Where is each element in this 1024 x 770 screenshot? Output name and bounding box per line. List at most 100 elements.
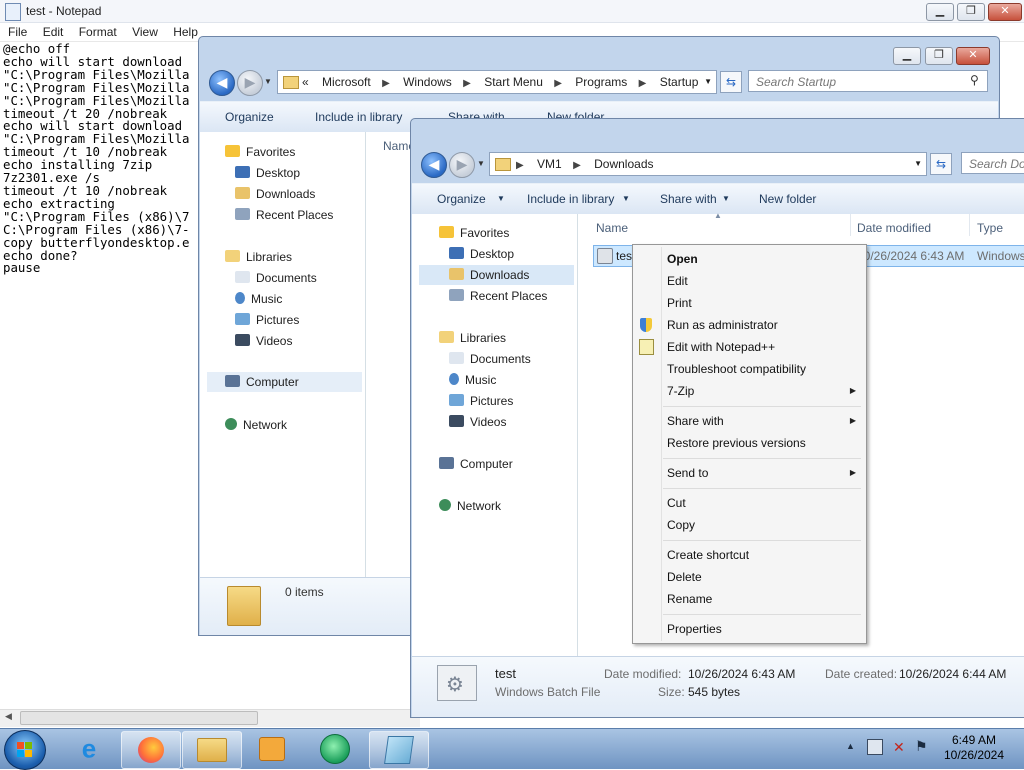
start-button[interactable] xyxy=(4,730,46,770)
back-button[interactable]: ◀ xyxy=(209,70,235,96)
scroll-left-icon[interactable]: ◀ xyxy=(5,711,12,722)
nav-computer[interactable]: Computer xyxy=(439,457,513,471)
nav-desktop[interactable]: Desktop xyxy=(449,247,514,261)
menu-file[interactable]: File xyxy=(8,23,27,41)
minimize-button[interactable]: ▁ xyxy=(893,47,921,65)
menu-item-edit-with-notepad-plus-plus[interactable]: Edit with Notepad++ xyxy=(667,340,775,354)
close-button[interactable]: ✕ xyxy=(956,47,990,65)
chevron-down-icon[interactable]: ▼ xyxy=(722,194,730,203)
refresh-icon[interactable]: ⇆ xyxy=(930,153,952,175)
nav-favorites[interactable]: Favorites xyxy=(439,226,509,240)
menu-item-delete[interactable]: Delete xyxy=(667,570,702,584)
search-input[interactable]: Search Do xyxy=(961,152,1024,174)
taskbar-firefox[interactable] xyxy=(121,731,181,769)
chevron-right-icon[interactable]: ▶ xyxy=(516,155,524,177)
minimize-button[interactable]: ▁ xyxy=(926,3,954,21)
nav-libraries[interactable]: Libraries xyxy=(225,250,292,264)
menu-item-share-with[interactable]: Share with xyxy=(667,414,724,428)
address-bar[interactable]: ▶ VM1 ▶ Downloads ▼ xyxy=(489,152,927,176)
menu-item-run-as-administrator[interactable]: Run as administrator xyxy=(667,318,778,332)
nav-music[interactable]: Music xyxy=(235,292,282,306)
include-in-library-button[interactable]: Include in library xyxy=(315,110,402,124)
column-divider[interactable] xyxy=(969,214,970,236)
action-center-icon[interactable] xyxy=(867,739,883,755)
nav-desktop[interactable]: Desktop xyxy=(235,166,300,180)
maximize-button[interactable]: ❐ xyxy=(925,47,953,65)
recent-pages-icon[interactable]: ▼ xyxy=(264,77,272,86)
nav-libraries[interactable]: Libraries xyxy=(439,331,506,345)
chevron-right-icon[interactable]: ▶ xyxy=(573,155,581,177)
menu-item-edit[interactable]: Edit xyxy=(667,274,688,288)
network-disconnected-icon[interactable]: ✕ xyxy=(893,739,905,756)
nav-pictures[interactable]: Pictures xyxy=(235,313,299,327)
menu-item-print[interactable]: Print xyxy=(667,296,692,310)
new-folder-button[interactable]: New folder xyxy=(759,192,816,206)
column-header-name[interactable]: Name xyxy=(596,221,628,235)
column-header-date-modified[interactable]: Date modified xyxy=(857,221,931,235)
menu-item-send-to[interactable]: Send to xyxy=(667,466,708,480)
chevron-down-icon[interactable]: ▼ xyxy=(622,194,630,203)
recent-pages-icon[interactable]: ▼ xyxy=(477,159,485,168)
nav-downloads[interactable]: Downloads xyxy=(235,187,315,201)
menu-item-properties[interactable]: Properties xyxy=(667,622,722,636)
chevron-down-icon[interactable]: ▼ xyxy=(497,194,505,203)
back-button[interactable]: ◀ xyxy=(421,152,447,178)
nav-documents[interactable]: Documents xyxy=(449,352,531,366)
notepad-title-bar[interactable]: test - Notepad ▁ ❐ ✕ xyxy=(0,0,1024,23)
nav-computer[interactable]: Computer xyxy=(207,372,362,392)
menu-item-cut[interactable]: Cut xyxy=(667,496,686,510)
nav-downloads[interactable]: Downloads xyxy=(419,265,574,285)
nav-videos[interactable]: Videos xyxy=(235,334,292,348)
breadcrumb-downloads[interactable]: Downloads xyxy=(594,153,653,175)
search-icon[interactable]: ⚲ xyxy=(970,73,979,87)
chevron-down-icon[interactable]: ▼ xyxy=(914,153,922,175)
menu-item-create-shortcut[interactable]: Create shortcut xyxy=(667,548,749,562)
close-button[interactable]: ✕ xyxy=(988,3,1022,21)
breadcrumb-vm1[interactable]: VM1 xyxy=(537,153,562,175)
organize-button[interactable]: Organize xyxy=(225,110,274,124)
taskbar-internet-explorer[interactable]: e xyxy=(60,731,118,767)
breadcrumb-programs[interactable]: Programs xyxy=(575,71,627,93)
address-bar[interactable]: « Microsoft ▶ Windows ▶ Start Menu ▶ Pro… xyxy=(277,70,717,94)
refresh-icon[interactable]: ⇆ xyxy=(720,71,742,93)
breadcrumb-microsoft[interactable]: Microsoft xyxy=(322,71,371,93)
nav-music[interactable]: Music xyxy=(449,373,496,387)
nav-videos[interactable]: Videos xyxy=(449,415,506,429)
taskbar-media-center[interactable] xyxy=(306,731,364,767)
share-with-button[interactable]: Share with xyxy=(660,192,717,206)
nav-recent-places[interactable]: Recent Places xyxy=(449,289,547,303)
menu-item-7-zip[interactable]: 7-Zip xyxy=(667,384,694,398)
nav-recent-places[interactable]: Recent Places xyxy=(235,208,333,222)
nav-network[interactable]: Network xyxy=(225,418,287,432)
include-in-library-button[interactable]: Include in library xyxy=(527,192,614,206)
breadcrumb-start-menu[interactable]: Start Menu xyxy=(484,71,543,93)
menu-item-troubleshoot-compatibility[interactable]: Troubleshoot compatibility xyxy=(667,362,806,376)
chevron-down-icon[interactable]: ▼ xyxy=(704,71,712,93)
menu-item-open[interactable]: Open xyxy=(667,252,698,266)
menu-format[interactable]: Format xyxy=(79,23,117,41)
menu-edit[interactable]: Edit xyxy=(43,23,64,41)
breadcrumb-startup[interactable]: Startup xyxy=(660,71,699,93)
column-header-type[interactable]: Type xyxy=(977,221,1003,235)
menu-item-restore-previous-versions[interactable]: Restore previous versions xyxy=(667,436,806,450)
chevron-right-icon[interactable]: ▶ xyxy=(382,73,390,95)
nav-pictures[interactable]: Pictures xyxy=(449,394,513,408)
chevron-right-icon[interactable]: ▶ xyxy=(463,73,471,95)
address-prefix[interactable]: « xyxy=(302,71,309,93)
taskbar-media-player[interactable] xyxy=(243,731,301,767)
system-clock[interactable]: 6:49 AM 10/26/2024 xyxy=(930,733,1018,763)
nav-network[interactable]: Network xyxy=(439,499,501,513)
volume-icon[interactable]: ⚑ xyxy=(915,738,928,755)
maximize-button[interactable]: ❐ xyxy=(957,3,985,21)
column-divider[interactable] xyxy=(850,214,851,236)
chevron-right-icon[interactable]: ▶ xyxy=(639,73,647,95)
menu-view[interactable]: View xyxy=(132,23,158,41)
menu-help[interactable]: Help xyxy=(173,23,198,41)
taskbar-notepad[interactable] xyxy=(369,731,429,769)
scrollbar-thumb[interactable] xyxy=(20,711,258,725)
forward-button[interactable]: ▶ xyxy=(237,70,263,96)
menu-item-rename[interactable]: Rename xyxy=(667,592,712,606)
forward-button[interactable]: ▶ xyxy=(449,152,475,178)
search-input[interactable]: Search Startup xyxy=(748,70,988,92)
taskbar-windows-explorer[interactable] xyxy=(182,731,242,769)
